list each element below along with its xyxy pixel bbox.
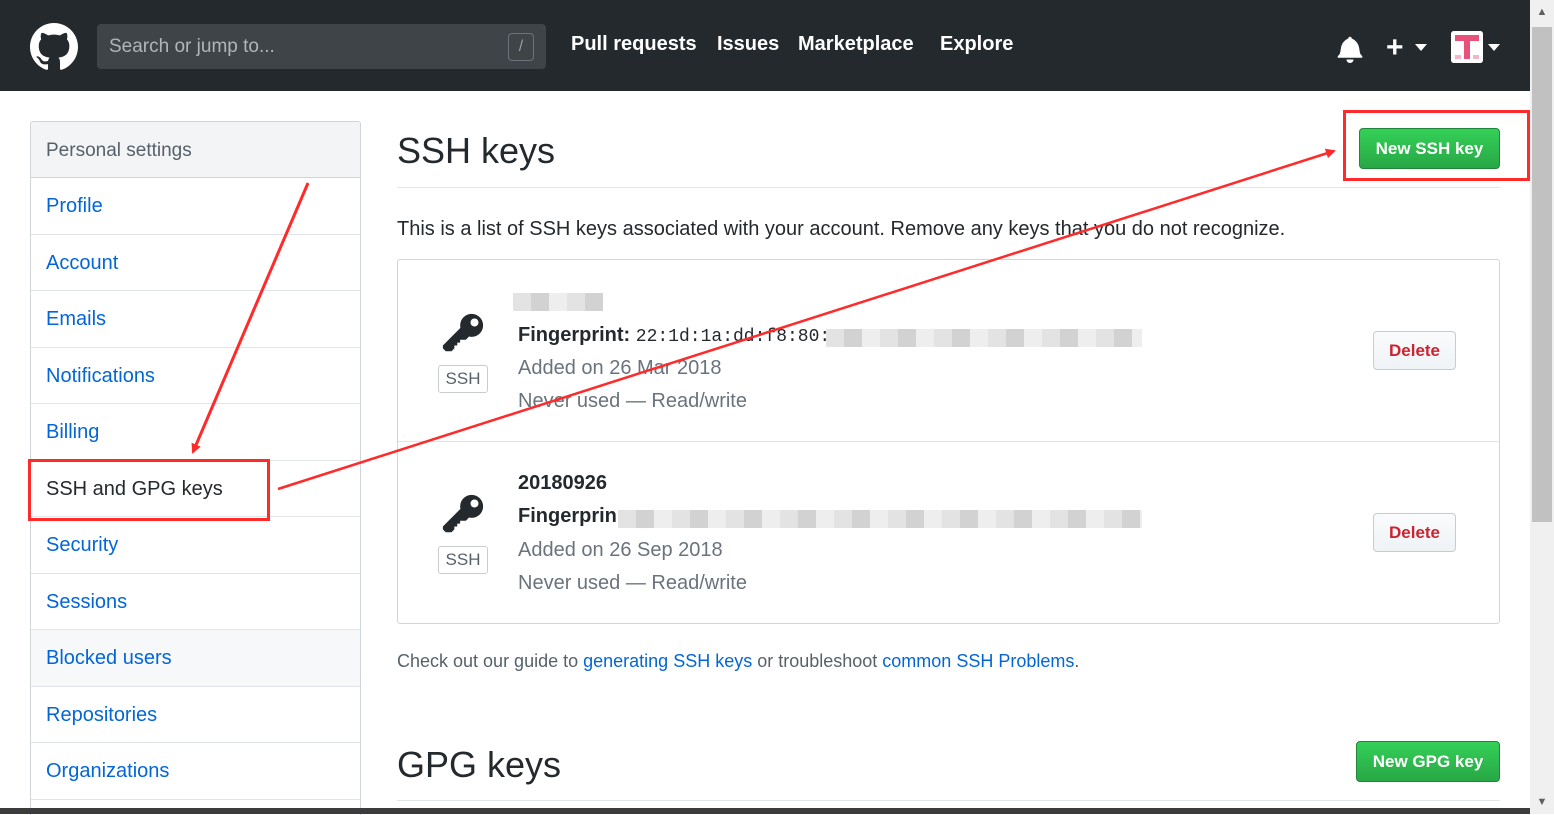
nav-marketplace[interactable]: Marketplace <box>798 33 914 56</box>
scrollbar-thumb[interactable] <box>1532 27 1552 522</box>
window-bottom-edge <box>0 808 1530 814</box>
key-usage: Never used — Read/write <box>518 572 747 594</box>
key-title: 20180926 <box>518 472 607 494</box>
top-header: / Pull requests Issues Marketplace Explo… <box>0 0 1530 91</box>
fingerprint-line: Fingerprin <box>518 505 617 528</box>
github-logo-icon[interactable] <box>30 23 78 71</box>
create-dropdown-caret-icon[interactable] <box>1415 44 1427 51</box>
key-added-date: Added on 26 Mar 2018 <box>518 357 722 379</box>
delete-key-button[interactable]: Delete <box>1373 513 1456 552</box>
avatar-identicon-icon <box>1451 31 1483 63</box>
ssh-intro-text: This is a list of SSH keys associated wi… <box>397 218 1286 240</box>
search-input[interactable] <box>97 24 509 69</box>
nav-explore[interactable]: Explore <box>940 33 1013 56</box>
search-shortcut-hint: / <box>508 33 534 61</box>
redacted-fingerprint <box>618 510 1142 528</box>
sidebar-item-account[interactable]: Account <box>31 235 360 291</box>
fingerprint-line: Fingerprint: 22:1d:1a:dd:f8:80: <box>518 324 830 347</box>
nav-issues[interactable]: Issues <box>717 33 779 56</box>
key-usage: Never used — Read/write <box>518 390 747 412</box>
ssh-key-row: SSH 20180926 Fingerprin Added on 26 Sep … <box>398 441 1499 623</box>
sidebar-item-security[interactable]: Security <box>31 517 360 574</box>
ssh-badge: SSH <box>438 546 488 574</box>
sidebar-item-profile[interactable]: Profile <box>31 178 360 235</box>
user-menu-caret-icon[interactable] <box>1488 44 1500 51</box>
key-icon <box>442 494 484 533</box>
redacted-fingerprint <box>826 329 1142 347</box>
notifications-bell-icon[interactable] <box>1337 35 1363 63</box>
vertical-scrollbar[interactable]: ▲ ▼ <box>1530 0 1554 814</box>
sidebar-item-blocked-users[interactable]: Blocked users <box>31 630 360 687</box>
sidebar-item-notifications[interactable]: Notifications <box>31 348 360 404</box>
sidebar-item-repositories[interactable]: Repositories <box>31 687 360 743</box>
ssh-badge: SSH <box>438 365 488 393</box>
sidebar-item-sessions[interactable]: Sessions <box>31 574 360 630</box>
new-gpg-key-button[interactable]: New GPG key <box>1356 741 1500 782</box>
annotation-highlight-ssh-gpg-keys <box>28 459 270 521</box>
redacted-key-name <box>513 293 603 311</box>
scroll-down-arrow-icon[interactable]: ▼ <box>1530 792 1554 812</box>
ssh-guide-text: Check out our guide to generating SSH ke… <box>397 651 1079 672</box>
ssh-title-divider <box>397 187 1500 188</box>
sidebar-item-organizations[interactable]: Organizations <box>31 743 360 800</box>
nav-pull-requests[interactable]: Pull requests <box>571 33 697 56</box>
ssh-keys-title: SSH keys <box>397 130 556 171</box>
user-avatar[interactable] <box>1451 31 1483 63</box>
ssh-keys-list: SSH Fingerprint: 22:1d:1a:dd:f8:80: Adde… <box>397 259 1500 624</box>
guide-middle: or troubleshoot <box>752 651 883 671</box>
gpg-title-divider <box>397 800 1500 801</box>
annotation-highlight-new-ssh-key <box>1343 110 1530 181</box>
sidebar-item-emails[interactable]: Emails <box>31 291 360 348</box>
sidebar-heading: Personal settings <box>31 122 360 178</box>
guide-prefix: Check out our guide to <box>397 651 584 671</box>
common-ssh-problems-link[interactable]: common SSH Problems <box>882 651 1074 671</box>
sidebar-item-billing[interactable]: Billing <box>31 404 360 461</box>
key-icon <box>442 313 484 352</box>
guide-suffix: . <box>1074 651 1080 671</box>
scroll-up-arrow-icon[interactable]: ▲ <box>1530 2 1554 22</box>
ssh-key-row: SSH Fingerprint: 22:1d:1a:dd:f8:80: Adde… <box>398 260 1499 441</box>
key-added-date: Added on 26 Sep 2018 <box>518 539 723 561</box>
fingerprint-label: Fingerprint: <box>518 324 631 346</box>
search-box[interactable]: / <box>97 24 546 69</box>
create-new-plus-icon[interactable]: + <box>1386 33 1404 63</box>
delete-key-button[interactable]: Delete <box>1373 331 1456 370</box>
generating-ssh-keys-link[interactable]: generating SSH keys <box>583 651 752 671</box>
fingerprint-value: 22:1d:1a:dd:f8:80: <box>635 327 831 347</box>
fingerprint-label: Fingerprin <box>518 505 617 527</box>
gpg-keys-title: GPG keys <box>397 744 562 785</box>
